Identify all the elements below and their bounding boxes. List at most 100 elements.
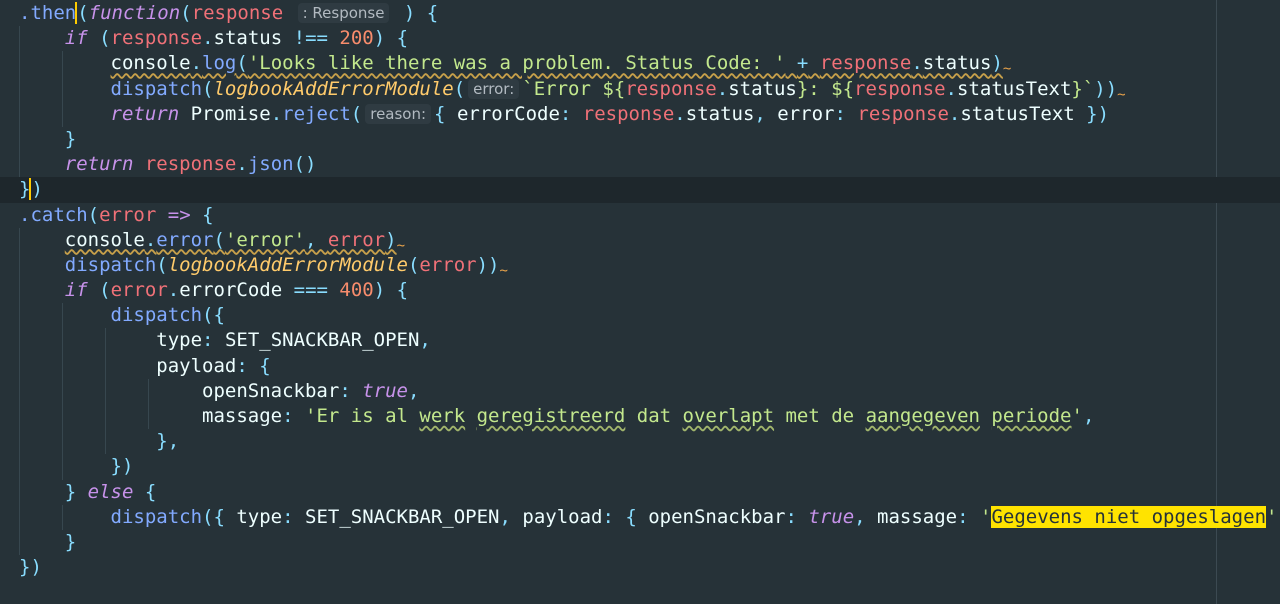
token-action-const: SET_SNACKBAR_OPEN [224, 329, 420, 352]
token-response: response [582, 102, 675, 125]
token-status: status [922, 52, 992, 75]
code-line: dispatch(logbookAddErrorModule(error: `Er… [0, 76, 1280, 103]
code-line-current: }) [0, 177, 1280, 203]
token-promise: Promise [190, 102, 271, 125]
token-error: error [99, 203, 157, 226]
token-response: response [625, 77, 717, 100]
code-line: openSnackbar: true, [0, 378, 1280, 404]
token-true: true [362, 379, 408, 402]
token-response: response [819, 52, 912, 75]
token-status: status [213, 27, 283, 50]
token-operator: !== [293, 27, 328, 50]
token-payload: payload [156, 354, 237, 377]
token-console: console [64, 228, 145, 251]
lint-warning-icon: ~ [396, 237, 406, 254]
token-json: json [247, 153, 294, 176]
string-problem: 'Looks like there was a problem. Status … [247, 52, 786, 75]
token-response: response [110, 27, 203, 50]
token-dispatch: dispatch [110, 77, 203, 100]
code-line: console.log('Looks like there was a prob… [0, 51, 1280, 78]
token-dispatch: dispatch [110, 505, 203, 528]
token-arrow: => [167, 203, 191, 226]
token-errorcode: errorCode [179, 279, 283, 302]
code-line: .catch(error => { [19, 203, 214, 226]
spelling-word: aangegeven [865, 405, 980, 427]
code-lines: .then(function(response : Response ) { i… [0, 1, 1280, 580]
spelling-word: overlapt [682, 405, 775, 427]
code-line: .then(function(response : Response ) { [19, 2, 439, 24]
token-status: status [685, 102, 755, 125]
code-line: }) [0, 454, 1280, 480]
token-if: if [64, 279, 88, 302]
code-line: return Promise.reject(reason:{ errorCode… [0, 101, 1280, 127]
token-reject: reject [282, 102, 351, 125]
token-logbook-fn: logbookAddErrorModule [167, 253, 408, 276]
string-part: 'Er is al [305, 405, 420, 427]
string-part: ' [980, 505, 992, 528]
search-highlight: Gegevens niet opgeslagen [991, 505, 1267, 528]
token-if: if [64, 27, 88, 50]
token-dispatch: dispatch [110, 304, 203, 327]
lint-warning-icon: ~ [1117, 86, 1126, 103]
code-line: dispatch(logbookAddErrorModule(error))~ [0, 252, 1280, 279]
token-massage: massage [202, 405, 283, 427]
token-else: else [87, 480, 134, 503]
token-error: error [419, 253, 477, 276]
code-line: if (error.errorCode === 400) { [0, 278, 1280, 304]
code-line: massage: 'Er is al werk geregistreerd da… [0, 404, 1280, 430]
console-error-call: console.error('error', error) [64, 228, 397, 251]
code-line: } else { [0, 479, 1280, 505]
code-line: if (response.status !== 200) { [0, 26, 1280, 52]
lint-warning-icon: ~ [1002, 61, 1012, 78]
code-line: return response.json() [0, 152, 1280, 178]
token-log: log [202, 52, 237, 75]
token-errorcode: errorCode [456, 102, 560, 125]
token-status: status [728, 77, 797, 100]
token-number: 200 [339, 27, 374, 50]
token-console: console [110, 52, 191, 75]
string-part: ' [1266, 505, 1278, 528]
token-number: 400 [339, 279, 374, 302]
code-line: payload: { [0, 353, 1280, 379]
param-hint-error: error: [468, 78, 520, 99]
text-cursor: ( [75, 2, 89, 24]
code-line: }) [19, 556, 42, 579]
token-logbook-fn: logbookAddErrorModule [213, 77, 454, 100]
token-opensnackbar: openSnackbar [202, 379, 340, 402]
token-error: error [110, 279, 168, 302]
code-line: dispatch({ [0, 303, 1280, 329]
string-part: ' [1071, 405, 1083, 427]
token-response: response [144, 153, 237, 176]
spelling-word: periode [991, 405, 1072, 427]
spelling-word: geregistreerd [476, 405, 626, 427]
token-opensnackbar: openSnackbar [648, 505, 786, 528]
lint-warning-icon: ~ [499, 262, 508, 279]
token-then: .then [19, 2, 77, 24]
code-line: }, [0, 429, 1280, 455]
param-hint-reason: reason: [365, 103, 432, 124]
string-part: met de [774, 405, 866, 427]
token-massage: massage [877, 505, 958, 528]
token-type: type [156, 329, 203, 352]
code-line: } [0, 126, 1280, 153]
code-line: } [0, 529, 1280, 556]
string-error: 'error' [224, 228, 306, 251]
matching-bracket: ) [29, 178, 43, 201]
template-part: }` [1071, 77, 1095, 100]
token-response: response [854, 77, 946, 100]
token-return: return [110, 102, 180, 125]
template-part: }: ${ [796, 77, 855, 100]
console-log-call: console.log('Looks like there was a prob… [110, 52, 1003, 75]
spelling-word: werk [419, 405, 466, 427]
token-catch: .catch [19, 203, 88, 226]
token-response: response [191, 2, 284, 24]
code-editor[interactable]: .then(function(response : Response ) { i… [0, 0, 1280, 604]
code-line: dispatch({ type: SET_SNACKBAR_OPEN, payl… [0, 504, 1280, 530]
token-error-fn: error [156, 228, 214, 251]
code-line: console.error('error', error)~ [0, 227, 1280, 254]
token-type: type [236, 505, 283, 528]
token-return: return [64, 153, 134, 176]
token-statustext: statusText [960, 102, 1075, 125]
type-hint-response: : Response [297, 3, 390, 23]
token-statustext: statusText [957, 77, 1072, 100]
